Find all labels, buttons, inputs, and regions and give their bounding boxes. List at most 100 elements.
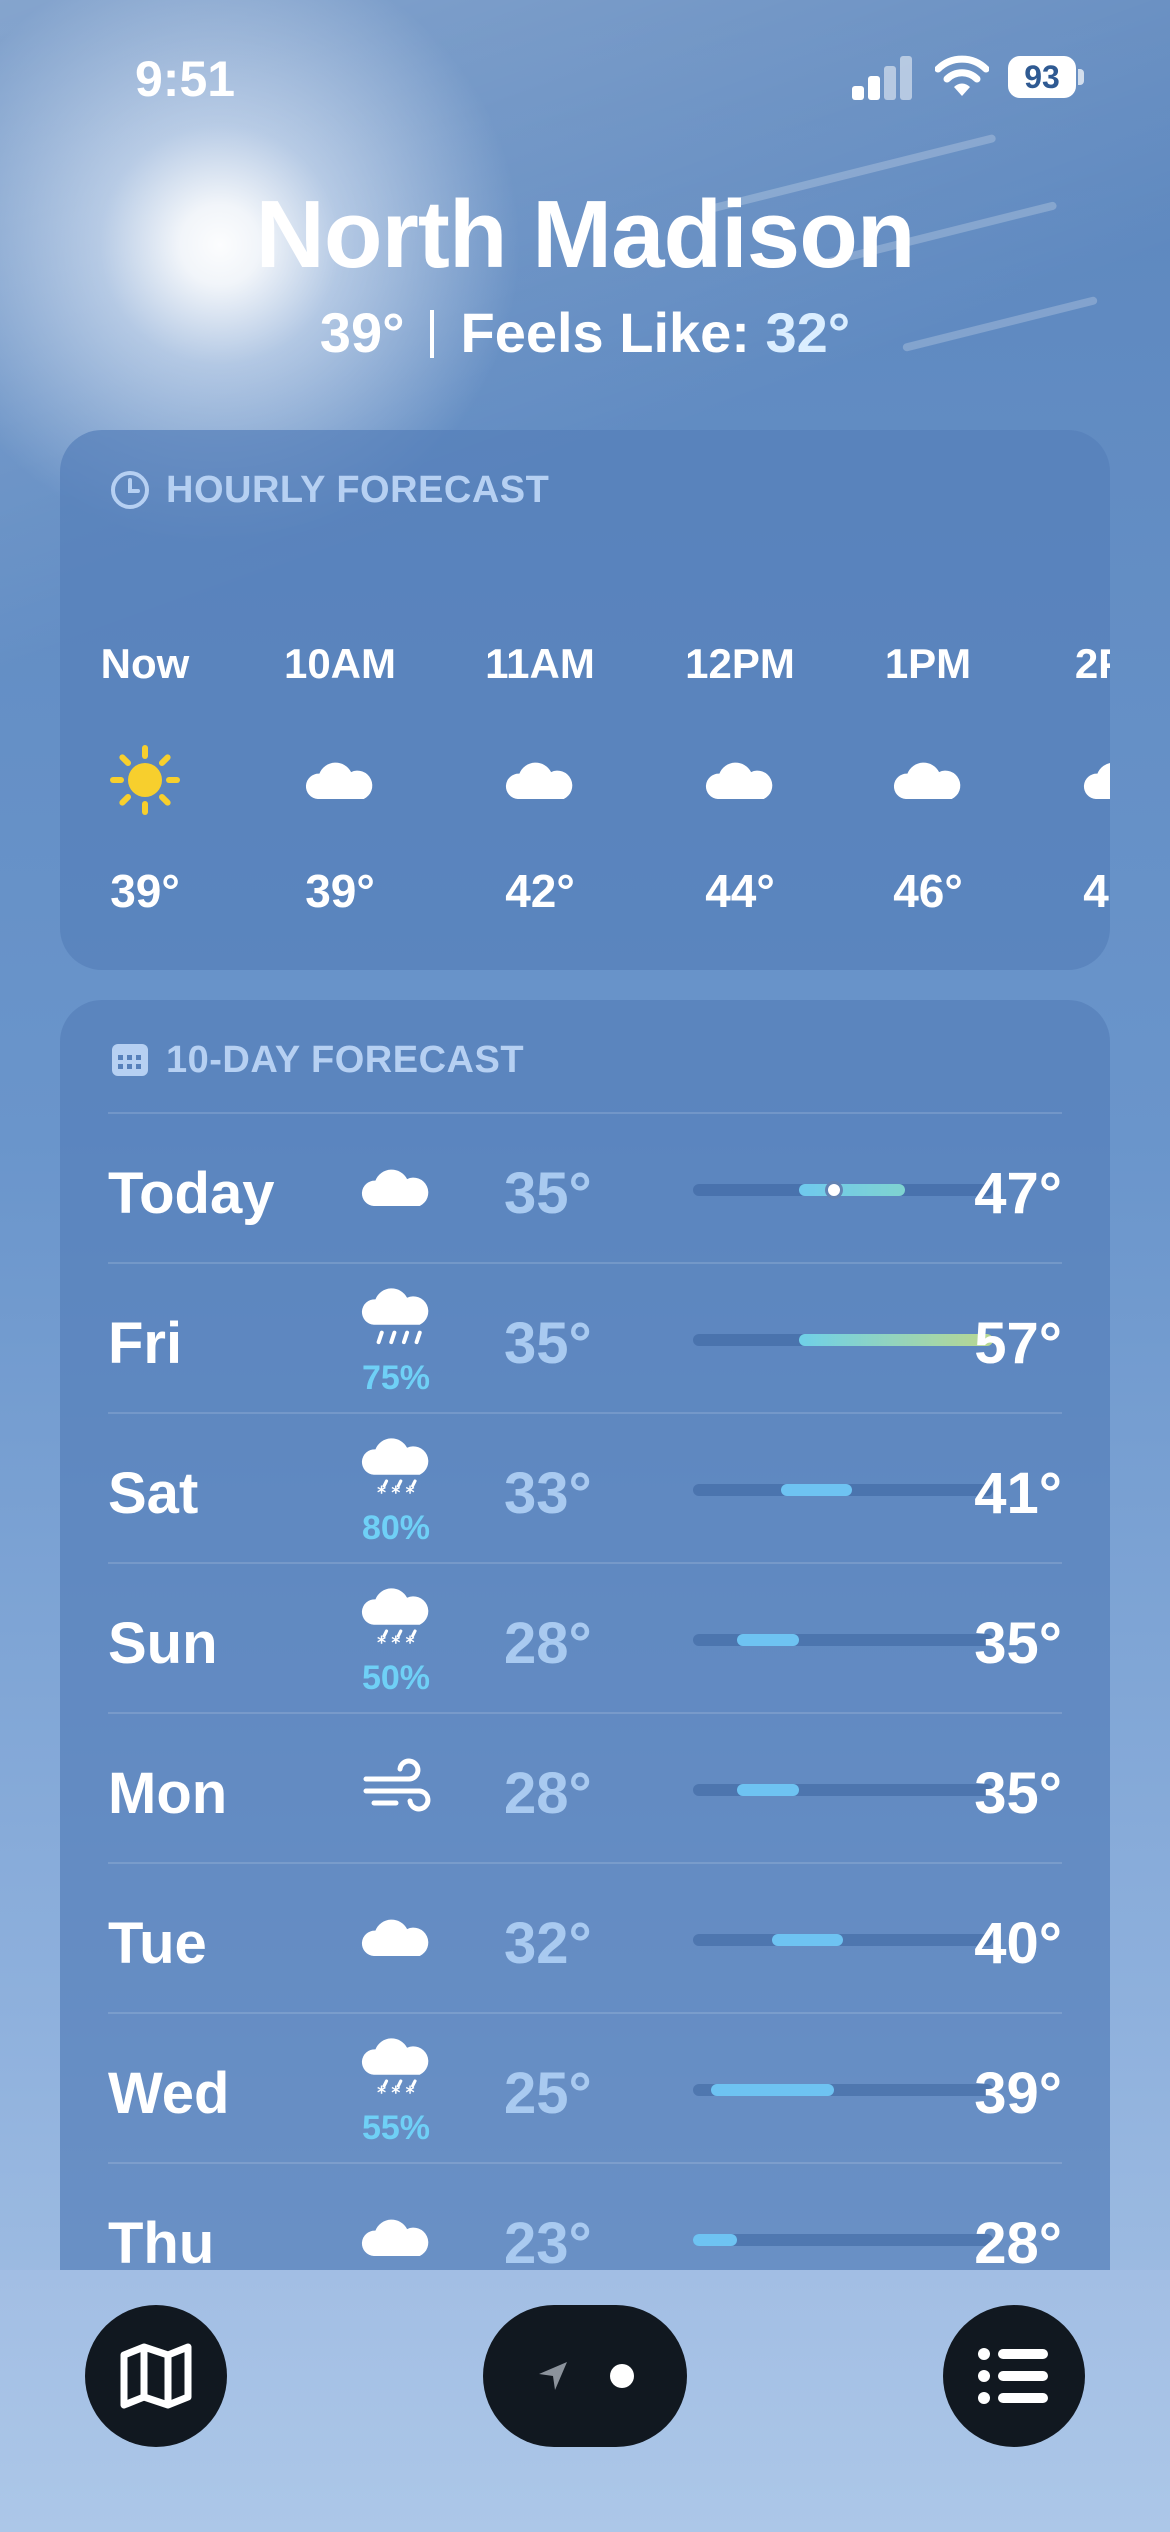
temp-range-bar <box>693 1334 993 1346</box>
hour-temp: 39° <box>110 865 180 917</box>
temp-range-fill <box>781 1484 852 1496</box>
sun-icon <box>70 740 220 820</box>
cloud-icon <box>358 2211 434 2268</box>
current-conditions: 39° Feels Like: 32° <box>0 300 1170 365</box>
location-page-indicator[interactable] <box>483 2305 687 2447</box>
day-label: Fri <box>108 1311 183 1376</box>
current-temp: 39° <box>319 301 405 364</box>
wind-icon <box>360 1757 432 1822</box>
high-temp: 40° <box>974 1911 1062 1976</box>
low-temp: 28° <box>504 1611 592 1676</box>
cloud-icon <box>853 740 1003 820</box>
cloud-icon <box>265 740 415 820</box>
hourly-item: 1PM 46° <box>853 640 1003 918</box>
feels-like-value: 32° <box>765 301 851 364</box>
temp-range-bar <box>693 1784 993 1796</box>
calendar-icon <box>112 1044 148 1076</box>
temp-range-fill <box>798 1184 905 1196</box>
forecast-row[interactable]: Fri 75% 35° 57° <box>108 1262 1062 1414</box>
ten-day-forecast-card[interactable]: 10-DAY FORECAST Today 35° 47° Fri 75% 35° 57° S… <box>60 1000 1110 2400</box>
status-bar: 9:51 93 <box>0 40 1170 120</box>
temp-range-bar <box>693 2084 993 2096</box>
battery-level: 93 <box>1008 56 1076 98</box>
hour-temp: 46° <box>893 865 963 917</box>
temp-range-fill <box>693 2234 738 2246</box>
forecast-row[interactable]: Tue 32° 40° <box>108 1862 1062 2014</box>
rain-cloud-icon <box>358 1280 434 1357</box>
hour-label: 2PM <box>1074 640 1110 687</box>
forecast-row[interactable]: Sat * * * 80% 33° 41° <box>108 1412 1062 1564</box>
low-temp: 35° <box>504 1311 592 1376</box>
low-temp: 35° <box>504 1161 592 1226</box>
temp-range-fill <box>737 1634 799 1646</box>
hourly-item: 11AM 42° <box>465 640 615 918</box>
wifi-icon <box>934 54 990 98</box>
cloud-icon <box>465 740 615 820</box>
status-time: 9:51 <box>135 51 236 107</box>
day-label: Mon <box>108 1761 228 1826</box>
feels-like-label: Feels Like: <box>460 301 750 364</box>
high-temp: 28° <box>974 2211 1062 2276</box>
cellular-signal-icon <box>852 56 914 100</box>
weather-condition: * * * 50% <box>350 1564 442 1714</box>
low-temp: 28° <box>504 1761 592 1826</box>
hour-label: 1PM <box>884 640 972 687</box>
hour-label: 12PM <box>685 640 795 687</box>
low-temp: 25° <box>504 2061 592 2126</box>
temp-range-fill <box>737 1784 799 1796</box>
clock-icon <box>111 471 149 509</box>
current-temp-dot <box>825 1181 844 1199</box>
day-label: Sun <box>108 1611 218 1676</box>
forecast-row[interactable]: Today 35° 47° <box>108 1112 1062 1264</box>
low-temp: 32° <box>504 1911 592 1976</box>
city-name: North Madison <box>255 181 916 288</box>
page-dot <box>610 2364 634 2388</box>
map-button[interactable] <box>85 2305 227 2447</box>
high-temp: 57° <box>974 1311 1062 1376</box>
divider <box>430 310 435 358</box>
hourly-forecast-title: HOURLY FORECAST <box>166 468 550 511</box>
forecast-row[interactable]: Sun * * * 50% 28° 35° <box>108 1562 1062 1714</box>
hourly-item: 12PM 44° <box>665 640 815 918</box>
precip-chance: 80% <box>361 1509 431 1547</box>
high-temp: 41° <box>974 1461 1062 1526</box>
temp-range-bar <box>693 1934 993 1946</box>
hour-temp: 47° <box>1083 865 1110 917</box>
temp-range-bar <box>693 2234 993 2246</box>
precip-chance: 50% <box>361 1659 431 1697</box>
low-temp: 23° <box>504 2211 592 2276</box>
weather-condition: 75% <box>350 1264 442 1414</box>
snow-cloud-icon: * * * <box>358 2030 434 2107</box>
map-icon <box>120 2343 192 2409</box>
hour-label: Now <box>100 640 190 687</box>
cloud-icon <box>358 1911 434 1968</box>
temp-range-fill <box>798 1334 993 1346</box>
weather-condition <box>350 1114 442 1264</box>
weather-condition <box>350 1714 442 1864</box>
hour-label: 10AM <box>283 640 397 687</box>
temp-range-fill <box>710 2084 835 2096</box>
snow-cloud-icon: * * * <box>358 1580 434 1657</box>
hourly-forecast-card[interactable]: HOURLY FORECAST Now 39° 10AM 39° 11AM 42° 12PM… <box>60 430 1110 970</box>
high-temp: 35° <box>974 1761 1062 1826</box>
precip-chance: 75% <box>361 1359 431 1397</box>
ten-day-forecast-header: 10-DAY FORECAST <box>110 1038 524 1082</box>
cloud-icon <box>1043 740 1110 820</box>
cloud-icon <box>665 740 815 820</box>
day-label: Today <box>108 1161 275 1226</box>
temp-range-bar <box>693 1634 993 1646</box>
low-temp: 33° <box>504 1461 592 1526</box>
forecast-row[interactable]: Wed * * * 55% 25° 39° <box>108 2012 1062 2164</box>
locations-list-button[interactable] <box>943 2305 1085 2447</box>
battery-icon: 93 <box>1008 56 1084 98</box>
day-label: Tue <box>108 1911 207 1976</box>
temp-range-bar <box>693 1484 993 1496</box>
hour-label: 11AM <box>485 640 595 687</box>
day-label: Sat <box>108 1461 199 1526</box>
temp-range-fill <box>772 1934 843 1946</box>
temp-range-bar <box>693 1181 993 1199</box>
day-label: Wed <box>108 2061 230 2126</box>
list-icon <box>978 2348 1048 2404</box>
forecast-row[interactable]: Mon 28° 35° <box>108 1712 1062 1864</box>
weather-condition: * * * 80% <box>350 1414 442 1564</box>
